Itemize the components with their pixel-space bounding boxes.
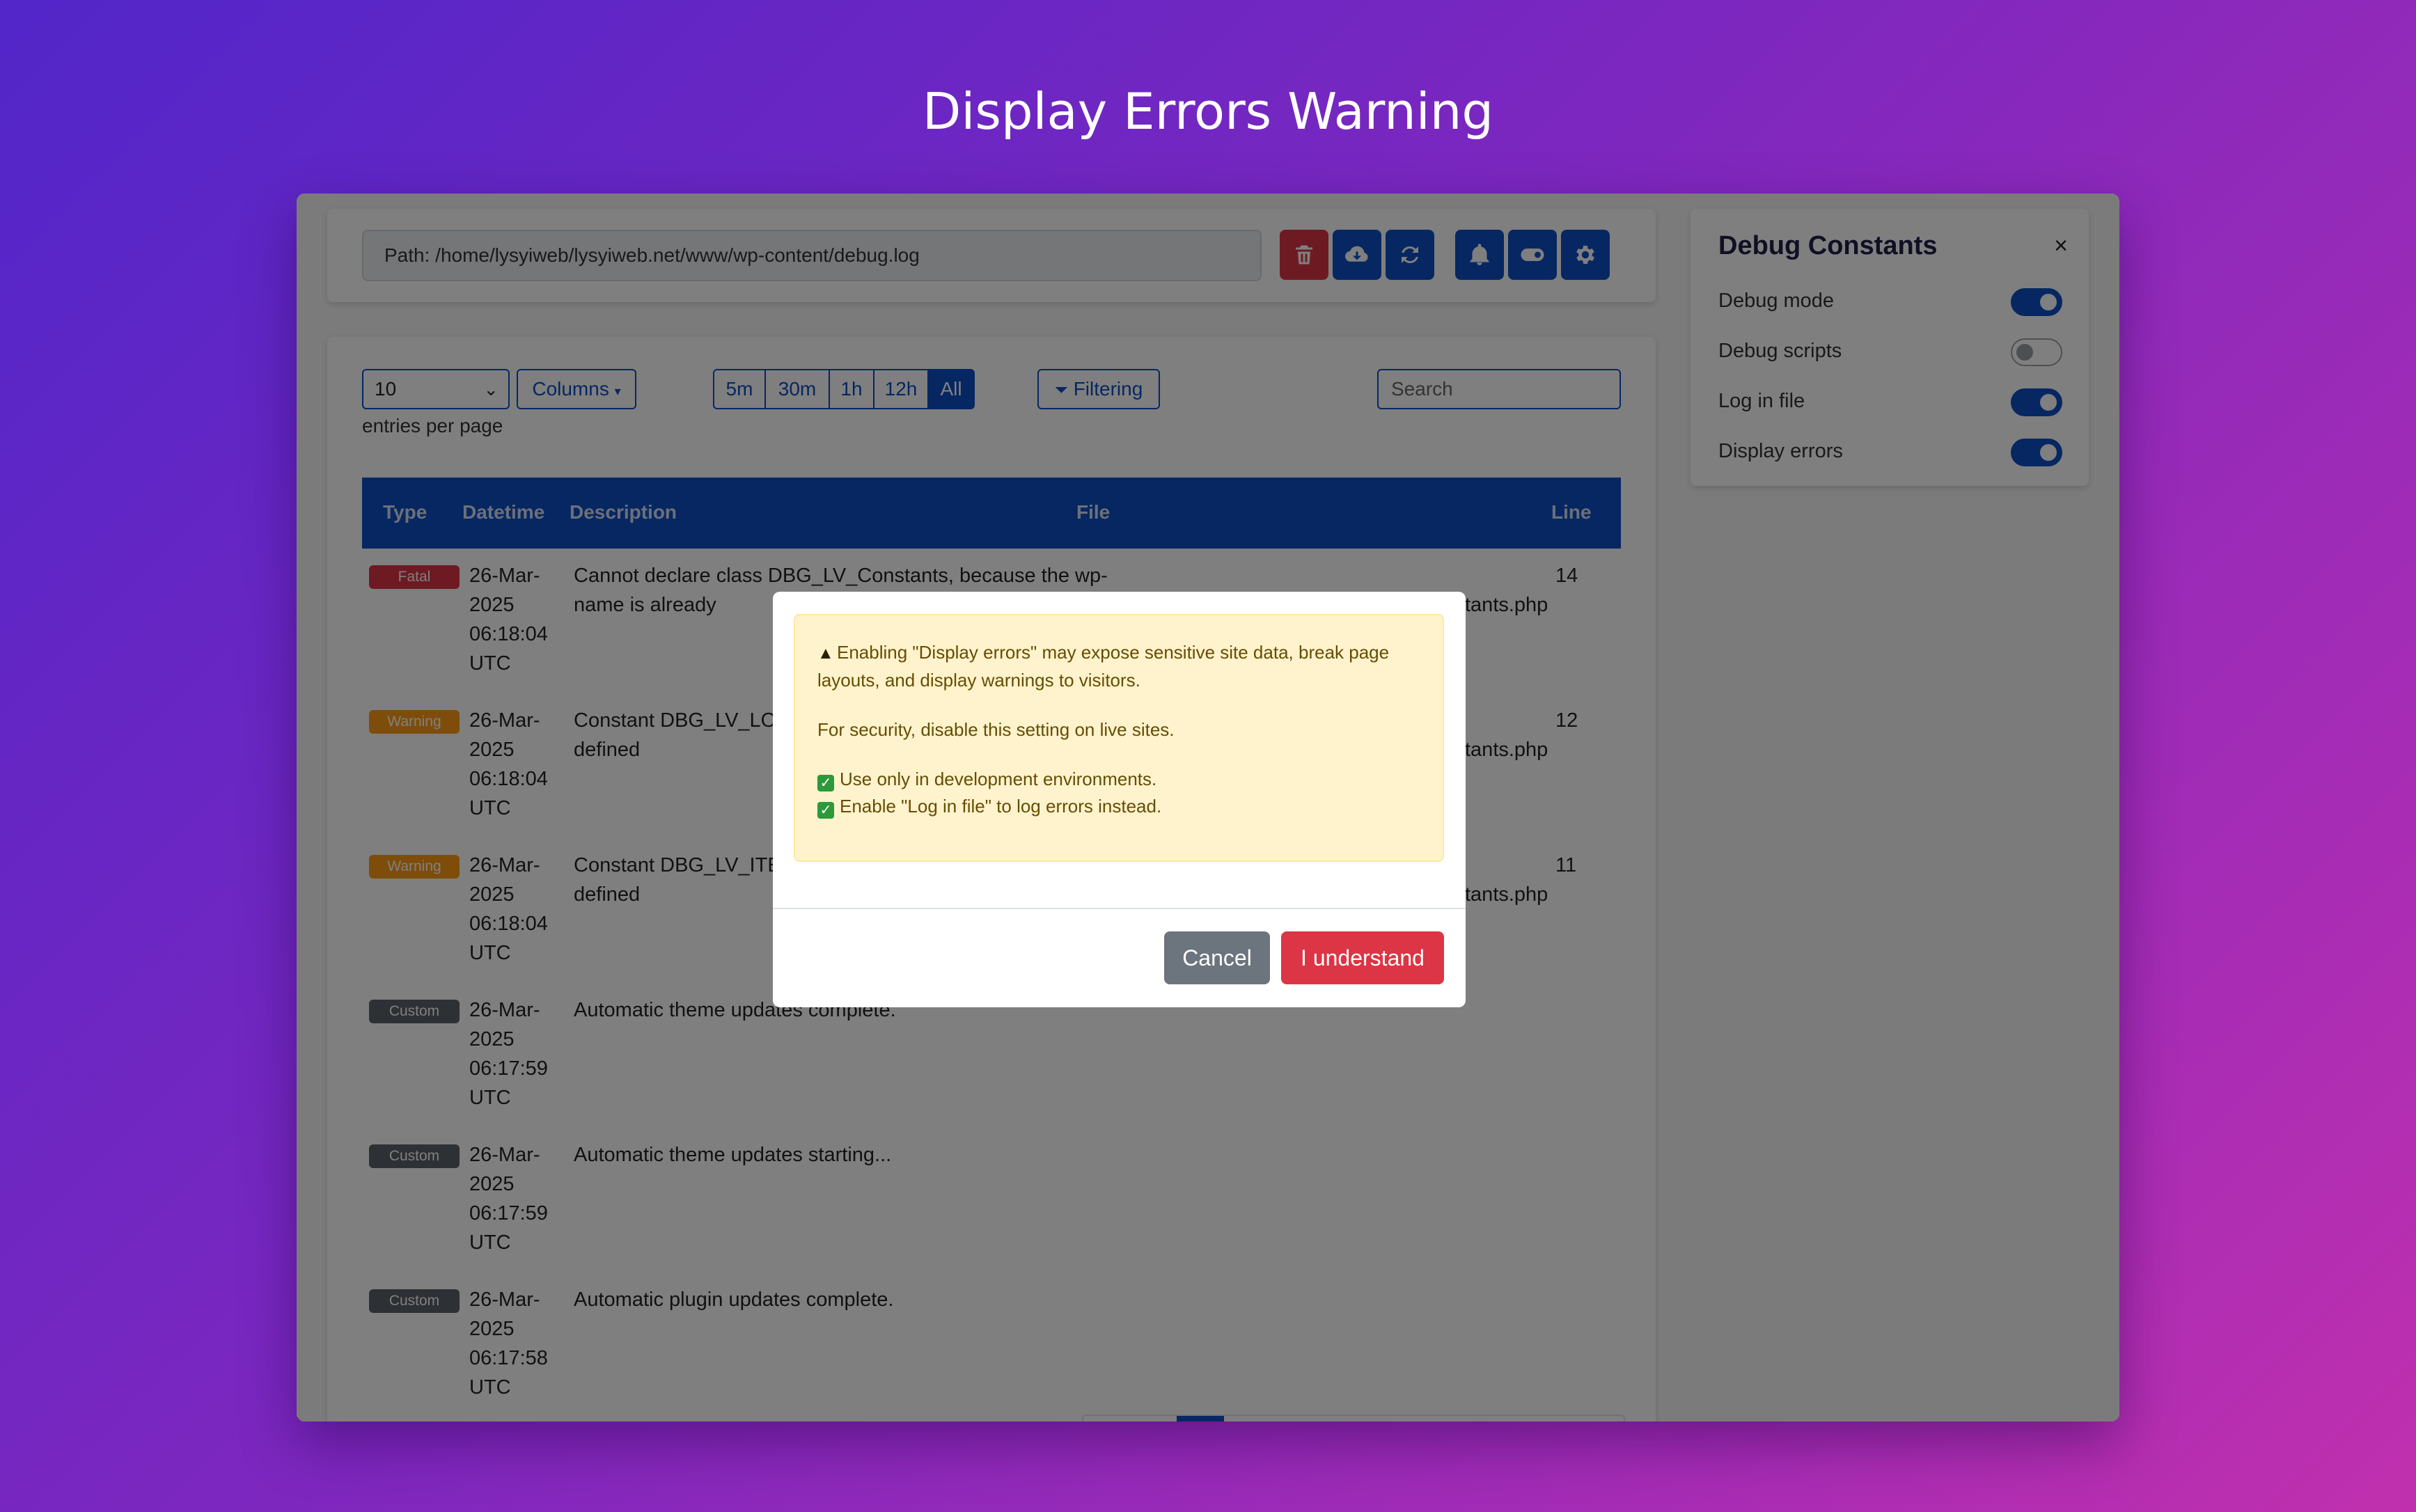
warning-alert: ▲ Enabling "Display errors" may expose se… [794, 614, 1444, 862]
check-text: Use only in development environments. [840, 769, 1157, 789]
cancel-button[interactable]: Cancel [1164, 931, 1270, 984]
check-item: ✓ Enable "Log in file" to log errors inst… [817, 793, 1420, 820]
modal-footer-divider [773, 908, 1466, 909]
warning-paragraph: ▲ Enabling "Display errors" may expose se… [817, 639, 1420, 694]
check-item: ✓ Use only in development environments. [817, 766, 1420, 793]
warning-icon: ▲ [817, 644, 834, 663]
security-paragraph: For security, disable this setting on li… [817, 719, 1175, 740]
checkmark-icon: ✓ [817, 802, 834, 819]
display-errors-modal: ▲ Enabling "Display errors" may expose se… [773, 592, 1466, 1007]
checkmark-icon: ✓ [817, 775, 834, 792]
page-title: Display Errors Warning [922, 82, 1494, 141]
check-text: Enable "Log in file" to log errors inste… [840, 796, 1162, 817]
i-understand-button[interactable]: I understand [1281, 931, 1444, 984]
warning-text: Enabling "Display errors" may expose sen… [817, 642, 1390, 691]
